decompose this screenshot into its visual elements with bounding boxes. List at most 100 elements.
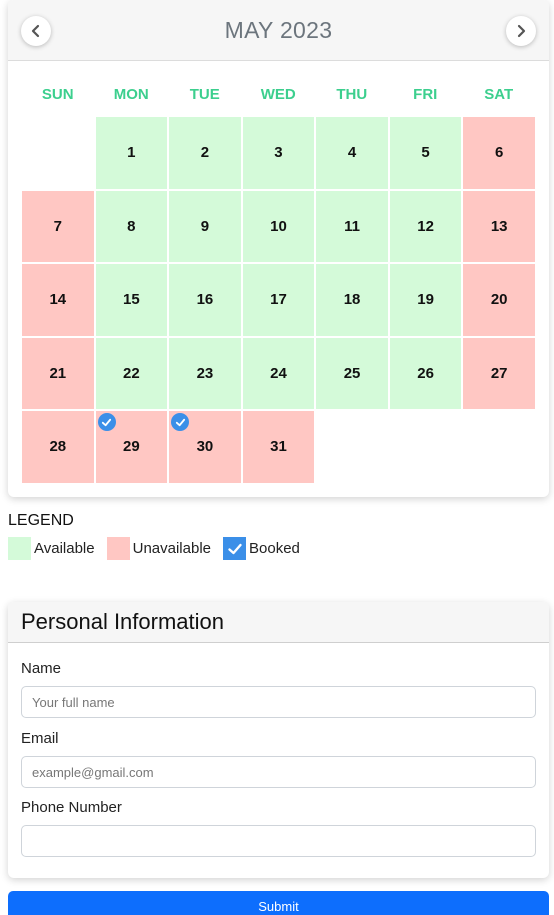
day-number: 27 xyxy=(490,364,508,382)
submit-button[interactable]: Submit xyxy=(8,891,549,915)
day-number: 22 xyxy=(123,364,140,382)
day-number: 8 xyxy=(127,217,136,235)
weekday-label: THU xyxy=(336,86,368,103)
calendar-day-27: 27 xyxy=(462,336,536,410)
calendar-day-31: 31 xyxy=(241,410,316,484)
calendar-day-grid: 1 2 3 4 5 6 7 8 9 10 11 12 13 14 15 16 17 18 19 20 21 22 23 24 2… xyxy=(21,116,536,484)
legend-item-booked: Booked xyxy=(223,537,300,560)
unavailable-swatch xyxy=(106,537,130,560)
legend-unavailable-label: Unavailable xyxy=(132,540,211,557)
calendar-day-20: 20 xyxy=(462,263,536,337)
day-number: 26 xyxy=(417,364,434,382)
day-number: 7 xyxy=(53,217,62,235)
legend-item-available: Available xyxy=(8,537,95,560)
day-number: 24 xyxy=(270,364,287,382)
name-field-group: Name xyxy=(21,660,536,718)
calendar-day-18[interactable]: 18 xyxy=(315,263,389,337)
calendar-day-10[interactable]: 10 xyxy=(241,189,316,263)
day-number: 16 xyxy=(196,291,214,309)
calendar-day-24[interactable]: 24 xyxy=(241,336,316,410)
calendar-day-8[interactable]: 8 xyxy=(94,189,169,263)
day-number: 5 xyxy=(421,144,430,162)
calendar-day-14: 14 xyxy=(21,263,95,337)
calendar-day-21: 21 xyxy=(21,336,95,410)
day-number: 25 xyxy=(343,364,361,382)
day-number: 1 xyxy=(127,144,136,162)
day-number: 21 xyxy=(49,364,67,382)
legend-available-label: Available xyxy=(34,540,95,557)
phone-field-group: Phone Number xyxy=(21,799,536,857)
day-number: 31 xyxy=(270,438,287,456)
calendar-day-29: 29 xyxy=(94,410,169,484)
day-number: 29 xyxy=(123,438,140,456)
day-number: 3 xyxy=(274,144,283,162)
day-number: 6 xyxy=(494,144,504,162)
calendar-day-17[interactable]: 17 xyxy=(241,263,316,337)
calendar-day-11[interactable]: 11 xyxy=(315,189,389,263)
day-number: 20 xyxy=(490,291,508,309)
email-label: Email xyxy=(21,730,59,747)
available-swatch xyxy=(8,537,31,560)
calendar-card: MAY 2023 SUN MON TUE WED THU FRI SAT 123… xyxy=(8,0,549,497)
day-number: 28 xyxy=(49,438,67,456)
weekday-header-row: SUN MON TUE WED THU FRI SAT xyxy=(21,86,536,103)
day-number: 17 xyxy=(270,291,287,309)
calendar-day-12[interactable]: 12 xyxy=(388,189,463,263)
day-number: 23 xyxy=(196,364,214,382)
calendar-day-16[interactable]: 16 xyxy=(168,263,242,337)
calendar-day-7: 7 xyxy=(21,189,95,263)
calendar-day-28: 28 xyxy=(21,410,95,484)
weekday-label: WED xyxy=(260,86,296,103)
calendar-day-5[interactable]: 5 xyxy=(388,116,463,190)
legend-booked-label: Booked xyxy=(249,540,300,557)
email-input[interactable] xyxy=(21,756,536,788)
calendar-day-1[interactable]: 1 xyxy=(94,116,169,190)
legend-items: Available Unavailable Booked xyxy=(8,537,312,560)
calendar-day-13: 13 xyxy=(462,189,536,263)
calendar-day-15[interactable]: 15 xyxy=(94,263,169,337)
calendar-day-23[interactable]: 23 xyxy=(168,336,242,410)
calendar-day-25[interactable]: 25 xyxy=(315,336,389,410)
weekday-label: MON xyxy=(113,86,149,103)
calendar-header: MAY 2023 xyxy=(8,0,549,61)
day-number: 19 xyxy=(417,291,434,309)
email-field-group: Email xyxy=(21,730,536,788)
legend: LEGEND Available Unavailable Booked xyxy=(8,512,312,560)
calendar-day-26[interactable]: 26 xyxy=(388,336,463,410)
calendar-day-3[interactable]: 3 xyxy=(241,116,316,190)
calendar-day-9[interactable]: 9 xyxy=(168,189,242,263)
day-number: 15 xyxy=(123,291,140,309)
legend-title: LEGEND xyxy=(8,512,74,529)
day-number: 4 xyxy=(347,144,357,162)
calendar-day-22[interactable]: 22 xyxy=(94,336,169,410)
month-title: MAY 2023 xyxy=(224,17,333,43)
day-number: 18 xyxy=(343,291,361,309)
legend-item-unavailable: Unavailable xyxy=(106,537,211,560)
weekday-label: TUE xyxy=(189,86,220,103)
day-number: 9 xyxy=(200,217,210,235)
next-month-button[interactable] xyxy=(506,16,536,46)
day-number: 10 xyxy=(270,217,287,235)
chevron-right-icon xyxy=(517,24,526,38)
name-label: Name xyxy=(21,660,62,677)
phone-label: Phone Number xyxy=(21,799,122,816)
checkmark-icon xyxy=(227,543,242,554)
booked-check-icon xyxy=(97,413,116,431)
name-input[interactable] xyxy=(21,686,536,718)
day-number: 14 xyxy=(49,291,67,309)
booked-check-icon xyxy=(171,413,190,431)
calendar-empty-cell xyxy=(21,116,95,190)
calendar-day-2[interactable]: 2 xyxy=(168,116,242,190)
day-number: 30 xyxy=(196,438,214,456)
calendar-day-19[interactable]: 19 xyxy=(388,263,463,337)
day-number: 2 xyxy=(200,144,210,162)
calendar-day-6: 6 xyxy=(462,116,536,190)
personal-info-title: Personal Information xyxy=(8,602,549,643)
day-number: 11 xyxy=(344,217,360,235)
weekday-label: FRI xyxy=(413,86,438,103)
day-number: 12 xyxy=(417,217,434,235)
personal-info-card: Personal Information Name Email Phone Nu… xyxy=(8,602,549,878)
calendar-day-4[interactable]: 4 xyxy=(315,116,389,190)
phone-input[interactable] xyxy=(21,825,536,857)
booked-swatch xyxy=(223,537,246,560)
